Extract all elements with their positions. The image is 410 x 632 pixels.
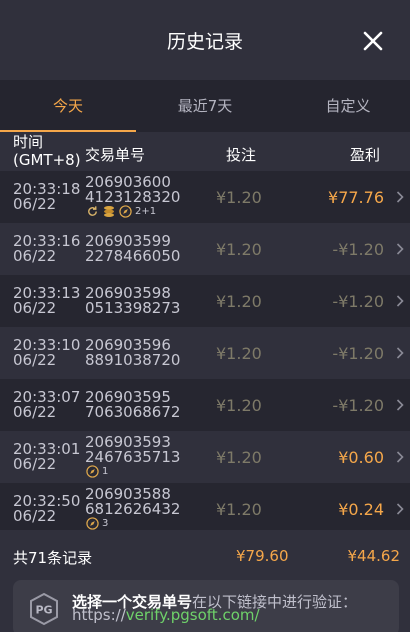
row-feature-badges: 2+1 bbox=[86, 204, 160, 218]
chevron-right-icon[interactable] bbox=[396, 450, 404, 464]
table-row[interactable]: 20:33:10 06/22 206903596 8891038720 ¥1.20 -¥1… bbox=[0, 327, 410, 379]
row-time: 20:33:10 06/22 bbox=[13, 338, 83, 368]
badge-count: 2+1 bbox=[135, 205, 157, 217]
column-header-time-label: 时间 bbox=[13, 133, 44, 151]
verify-banner[interactable]: PG 选择一个交易单号在以下链接中进行验证： https://verify.pg… bbox=[13, 580, 399, 632]
chevron-right-icon[interactable] bbox=[396, 346, 404, 360]
row-time-date: 06/22 bbox=[13, 403, 57, 421]
row-order-id-line2: 8891038720 bbox=[85, 351, 181, 369]
row-order-id: 206903593 2467635713 bbox=[85, 435, 195, 465]
header: 历史记录 bbox=[0, 0, 410, 80]
row-order-id-line2: 6812626432 bbox=[85, 500, 181, 518]
pg-logo-text: PG bbox=[35, 604, 52, 617]
badge-count: 1 bbox=[102, 465, 109, 477]
row-time-date: 06/22 bbox=[13, 455, 57, 473]
row-time-date: 06/22 bbox=[13, 351, 57, 369]
chevron-right-icon[interactable] bbox=[396, 398, 404, 412]
row-profit: -¥1.20 bbox=[332, 292, 384, 311]
table-row[interactable]: 20:33:18 06/22 206903600 4123128320 2+1 ¥1.20… bbox=[0, 171, 410, 223]
row-bet: ¥1.20 bbox=[216, 292, 262, 311]
row-time: 20:33:07 06/22 bbox=[13, 390, 83, 420]
row-feature-badges: 1 bbox=[86, 464, 112, 478]
table-row[interactable]: 20:33:01 06/22 206903593 2467635713 1 ¥1.20 ¥0… bbox=[0, 431, 410, 483]
row-order-id: 206903600 4123128320 bbox=[85, 175, 195, 205]
row-time-date: 06/22 bbox=[13, 299, 57, 317]
compass-icon bbox=[119, 204, 132, 218]
row-bet: ¥1.20 bbox=[216, 188, 262, 207]
row-order-id: 206903599 2278466050 bbox=[85, 234, 195, 264]
compass-icon bbox=[86, 464, 99, 478]
chevron-right-icon[interactable] bbox=[396, 190, 404, 204]
row-bet: ¥1.20 bbox=[216, 448, 262, 467]
verify-link-prefix: https:// bbox=[72, 606, 126, 624]
row-order-id-line2: 0513398273 bbox=[85, 299, 181, 317]
row-order-id: 206903595 7063068672 bbox=[85, 390, 195, 420]
row-time: 20:33:18 06/22 bbox=[13, 182, 83, 212]
row-order-id-line2: 7063068672 bbox=[85, 403, 181, 421]
verify-link[interactable]: https://verify.pgsoft.com/ bbox=[72, 606, 260, 624]
row-order-id: 206903588 6812626432 bbox=[85, 487, 195, 517]
pg-logo-icon: PG bbox=[30, 592, 58, 626]
row-time: 20:32:50 06/22 bbox=[13, 494, 83, 524]
total-profit: ¥44.62 bbox=[347, 547, 401, 565]
row-bet: ¥1.20 bbox=[216, 500, 262, 519]
badge-count: 3 bbox=[102, 517, 109, 529]
respin-icon bbox=[86, 205, 99, 218]
row-profit: -¥1.20 bbox=[332, 240, 384, 259]
record-count: 共71条记录 bbox=[13, 549, 93, 567]
chevron-right-icon[interactable] bbox=[396, 242, 404, 256]
table-row[interactable]: 20:32:50 06/22 206903588 6812626432 3 ¥1.20 ¥0… bbox=[0, 483, 410, 535]
column-header-time: 时间 (GMT+8) bbox=[13, 133, 81, 171]
summary-bar: 共71条记录 ¥79.60 ¥44.62 bbox=[0, 530, 410, 580]
tab-last-7-days[interactable]: 最近7天 bbox=[137, 80, 273, 132]
table-row[interactable]: 20:33:07 06/22 206903595 7063068672 ¥1.20 -¥1… bbox=[0, 379, 410, 431]
table-row[interactable]: 20:33:13 06/22 206903598 0513398273 ¥1.20 -¥1… bbox=[0, 275, 410, 327]
close-icon[interactable] bbox=[362, 30, 384, 52]
page-title: 历史记录 bbox=[166, 31, 243, 53]
tab-today[interactable]: 今天 bbox=[0, 80, 136, 132]
table-row[interactable]: 20:33:16 06/22 206903599 2278466050 ¥1.20 -¥1… bbox=[0, 223, 410, 275]
active-tab-indicator bbox=[0, 130, 136, 132]
row-time: 20:33:01 06/22 bbox=[13, 442, 83, 472]
row-order-id-line2: 4123128320 bbox=[85, 188, 181, 206]
row-profit: -¥1.20 bbox=[332, 396, 384, 415]
chevron-right-icon[interactable] bbox=[396, 294, 404, 308]
row-time-date: 06/22 bbox=[13, 247, 57, 265]
row-order-id: 206903596 8891038720 bbox=[85, 338, 195, 368]
row-profit: ¥77.76 bbox=[328, 188, 384, 207]
tab-custom[interactable]: 自定义 bbox=[280, 80, 410, 132]
row-feature-badges: 3 bbox=[86, 516, 112, 530]
verify-link-url[interactable]: verify.pgsoft.com/ bbox=[126, 606, 260, 624]
coin-stack-icon bbox=[102, 204, 116, 218]
compass-icon bbox=[86, 516, 99, 530]
row-time-date: 06/22 bbox=[13, 507, 57, 525]
tab-bar: 今天 最近7天 自定义 bbox=[0, 80, 410, 132]
row-time: 20:33:13 06/22 bbox=[13, 286, 83, 316]
row-profit: ¥0.24 bbox=[338, 500, 384, 519]
column-header-timezone: (GMT+8) bbox=[13, 151, 81, 169]
total-bet: ¥79.60 bbox=[236, 547, 289, 565]
row-order-id-line2: 2278466050 bbox=[85, 247, 181, 265]
chevron-right-icon[interactable] bbox=[396, 502, 404, 516]
row-time: 20:33:16 06/22 bbox=[13, 234, 83, 264]
row-profit: ¥0.60 bbox=[338, 448, 384, 467]
row-profit: -¥1.20 bbox=[332, 344, 384, 363]
row-bet: ¥1.20 bbox=[216, 240, 262, 259]
row-time-date: 06/22 bbox=[13, 195, 57, 213]
row-bet: ¥1.20 bbox=[216, 344, 262, 363]
row-order-id-line2: 2467635713 bbox=[85, 448, 181, 466]
row-bet: ¥1.20 bbox=[216, 396, 262, 415]
row-order-id: 206903598 0513398273 bbox=[85, 286, 195, 316]
